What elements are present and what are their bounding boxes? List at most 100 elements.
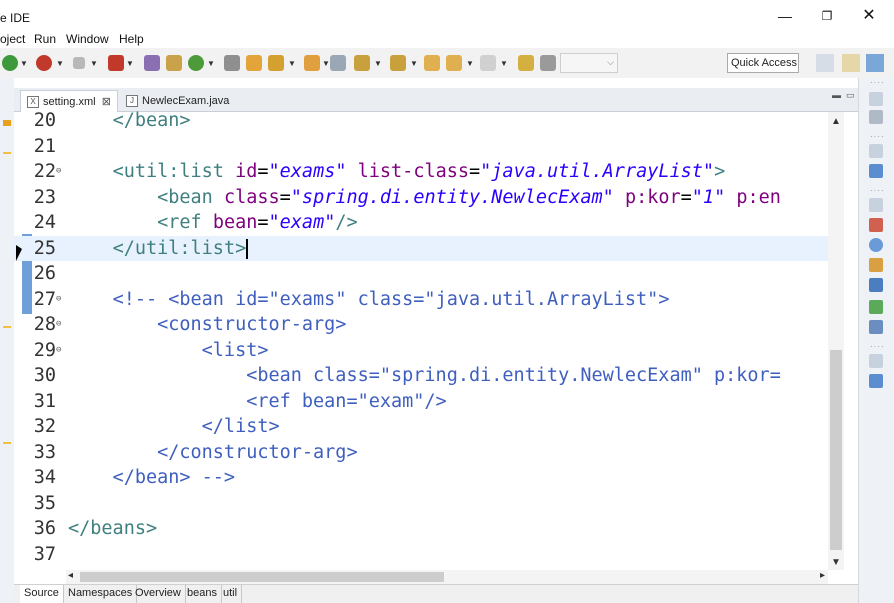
run-external-icon[interactable]: [108, 55, 124, 71]
stop-icon[interactable]: [73, 57, 85, 69]
code-line[interactable]: 26: [14, 261, 844, 287]
maximize-icon[interactable]: ▭: [846, 90, 855, 101]
code-text[interactable]: <!-- <bean id="exams" class="java.util.A…: [68, 287, 670, 313]
open-folder-icon[interactable]: [246, 55, 262, 71]
scrollbar-thumb[interactable]: [830, 350, 842, 550]
trim-handle[interactable]: ····: [870, 78, 885, 87]
grid-icon[interactable]: [540, 55, 556, 71]
code-text[interactable]: <ref bean="exam"/>: [68, 210, 358, 236]
scroll-down-icon[interactable]: ▼: [831, 557, 841, 568]
code-text[interactable]: </bean>: [68, 108, 191, 134]
menu-window[interactable]: Window: [66, 32, 109, 46]
tool-icon[interactable]: [268, 55, 284, 71]
tab-beans[interactable]: beans: [183, 585, 222, 603]
restore-icon[interactable]: [869, 92, 883, 106]
code-line[interactable]: 25 </util:list>: [14, 235, 844, 262]
open-perspective-icon[interactable]: [816, 54, 834, 72]
help-icon[interactable]: [869, 374, 883, 388]
tab-namespaces[interactable]: Namespaces: [64, 585, 138, 603]
chevron-down-icon[interactable]: ▼: [207, 59, 215, 68]
code-line[interactable]: 28 ⊖ <constructor-arg>: [14, 312, 844, 338]
restore-icon[interactable]: [869, 354, 883, 368]
tab-util[interactable]: util: [219, 585, 243, 603]
code-text[interactable]: <bean class="spring.di.entity.NewlecExam…: [68, 363, 781, 389]
scroll-up-icon[interactable]: ▲: [831, 116, 841, 127]
scroll-left-icon[interactable]: ◂: [68, 570, 73, 581]
code-text[interactable]: </bean> -->: [68, 465, 236, 491]
trim-handle[interactable]: ····: [870, 342, 885, 351]
close-button[interactable]: ✕: [854, 6, 884, 26]
menu-help[interactable]: Help: [119, 32, 144, 46]
chevron-down-icon[interactable]: ▼: [126, 59, 134, 68]
code-line[interactable]: 27 ⊖ <!-- <bean id="exams" class="java.ut…: [14, 287, 844, 313]
code-line[interactable]: 35: [14, 491, 844, 517]
package-icon[interactable]: [166, 55, 182, 71]
annotation-marker[interactable]: [3, 152, 11, 154]
annotation-marker[interactable]: [3, 120, 11, 126]
restore-icon[interactable]: [869, 198, 883, 212]
vertical-scrollbar[interactable]: ▲ ▼: [828, 112, 844, 570]
run-icon[interactable]: [188, 55, 204, 71]
servers-icon[interactable]: [869, 300, 883, 314]
build-icon[interactable]: [144, 55, 160, 71]
menu-project[interactable]: oject: [0, 32, 25, 46]
code-line[interactable]: 31 <ref bean="exam"/>: [14, 389, 844, 415]
forward-icon[interactable]: [480, 55, 496, 71]
code-line[interactable]: 24 <ref bean="exam"/>: [14, 210, 844, 236]
code-line[interactable]: 37: [14, 542, 844, 568]
fold-toggle-icon[interactable]: ⊖: [56, 287, 61, 313]
trim-handle[interactable]: ····: [870, 186, 885, 195]
code-text[interactable]: </beans>: [68, 516, 157, 542]
data-source-icon[interactable]: [869, 320, 883, 334]
restore-icon[interactable]: [869, 144, 883, 158]
java-ee-perspective-icon[interactable]: [842, 54, 860, 72]
code-text[interactable]: </util:list>: [68, 236, 248, 262]
minimize-icon[interactable]: ▬: [832, 90, 841, 100]
search-folder-icon[interactable]: [304, 55, 320, 71]
chevron-down-icon[interactable]: ▼: [90, 59, 98, 68]
minimize-button[interactable]: —: [770, 6, 800, 26]
code-text[interactable]: <util:list id="exams" list-class="java.u…: [68, 159, 726, 185]
previous-annotation-icon[interactable]: [390, 55, 406, 71]
javadoc-icon[interactable]: [869, 238, 883, 252]
fold-toggle-icon[interactable]: ⊖: [56, 338, 61, 364]
chevron-down-icon[interactable]: ▼: [20, 59, 28, 68]
menu-run[interactable]: Run: [34, 32, 56, 46]
debug-icon[interactable]: [36, 55, 52, 71]
chevron-down-icon[interactable]: ▼: [288, 59, 296, 68]
chevron-down-icon[interactable]: ▼: [322, 59, 330, 68]
tab-overview[interactable]: Overview: [131, 585, 186, 603]
code-text[interactable]: <ref bean="exam"/>: [68, 389, 447, 415]
code-text[interactable]: <bean class="spring.di.entity.NewlecExam…: [68, 185, 781, 211]
code-editor[interactable]: 20 </bean> 21 22 ⊖ <util:list id="exams" li…: [14, 110, 844, 570]
back-icon[interactable]: [446, 55, 462, 71]
fold-toggle-icon[interactable]: ⊖: [56, 159, 61, 185]
highlight-icon[interactable]: [518, 55, 534, 71]
code-text[interactable]: <list>: [68, 338, 269, 364]
annotation-marker[interactable]: [3, 442, 11, 444]
console-icon[interactable]: [869, 278, 883, 292]
trim-handle[interactable]: ····: [870, 132, 885, 141]
fold-toggle-icon[interactable]: ⊖: [56, 312, 61, 338]
code-line[interactable]: 21: [14, 134, 844, 160]
code-line[interactable]: 29 ⊖ <list>: [14, 338, 844, 364]
markers-icon[interactable]: [869, 218, 883, 232]
code-line[interactable]: 22 ⊖ <util:list id="exams" list-class="ja…: [14, 159, 844, 185]
annotation-marker[interactable]: [3, 326, 11, 328]
code-text[interactable]: </constructor-arg>: [68, 440, 358, 466]
last-edit-icon[interactable]: [424, 55, 440, 71]
code-line[interactable]: 20 </bean>: [14, 108, 844, 134]
open-type-icon[interactable]: [224, 55, 240, 71]
tab-source[interactable]: Source: [20, 585, 64, 603]
pin-icon[interactable]: [330, 55, 346, 71]
chevron-down-icon[interactable]: ▼: [410, 59, 418, 68]
java-perspective-icon[interactable]: [866, 54, 884, 72]
chevron-down-icon[interactable]: ▼: [466, 59, 474, 68]
horizontal-scrollbar[interactable]: ◂ ▸: [66, 570, 828, 584]
scrollbar-thumb[interactable]: [80, 572, 444, 582]
code-line[interactable]: 34 </bean> -->: [14, 465, 844, 491]
outline-icon[interactable]: [869, 110, 883, 124]
toolbar-combo[interactable]: ⌵: [560, 53, 618, 73]
hierarchy-icon[interactable]: [869, 164, 883, 178]
code-line[interactable]: 30 <bean class="spring.di.entity.NewlecE…: [14, 363, 844, 389]
